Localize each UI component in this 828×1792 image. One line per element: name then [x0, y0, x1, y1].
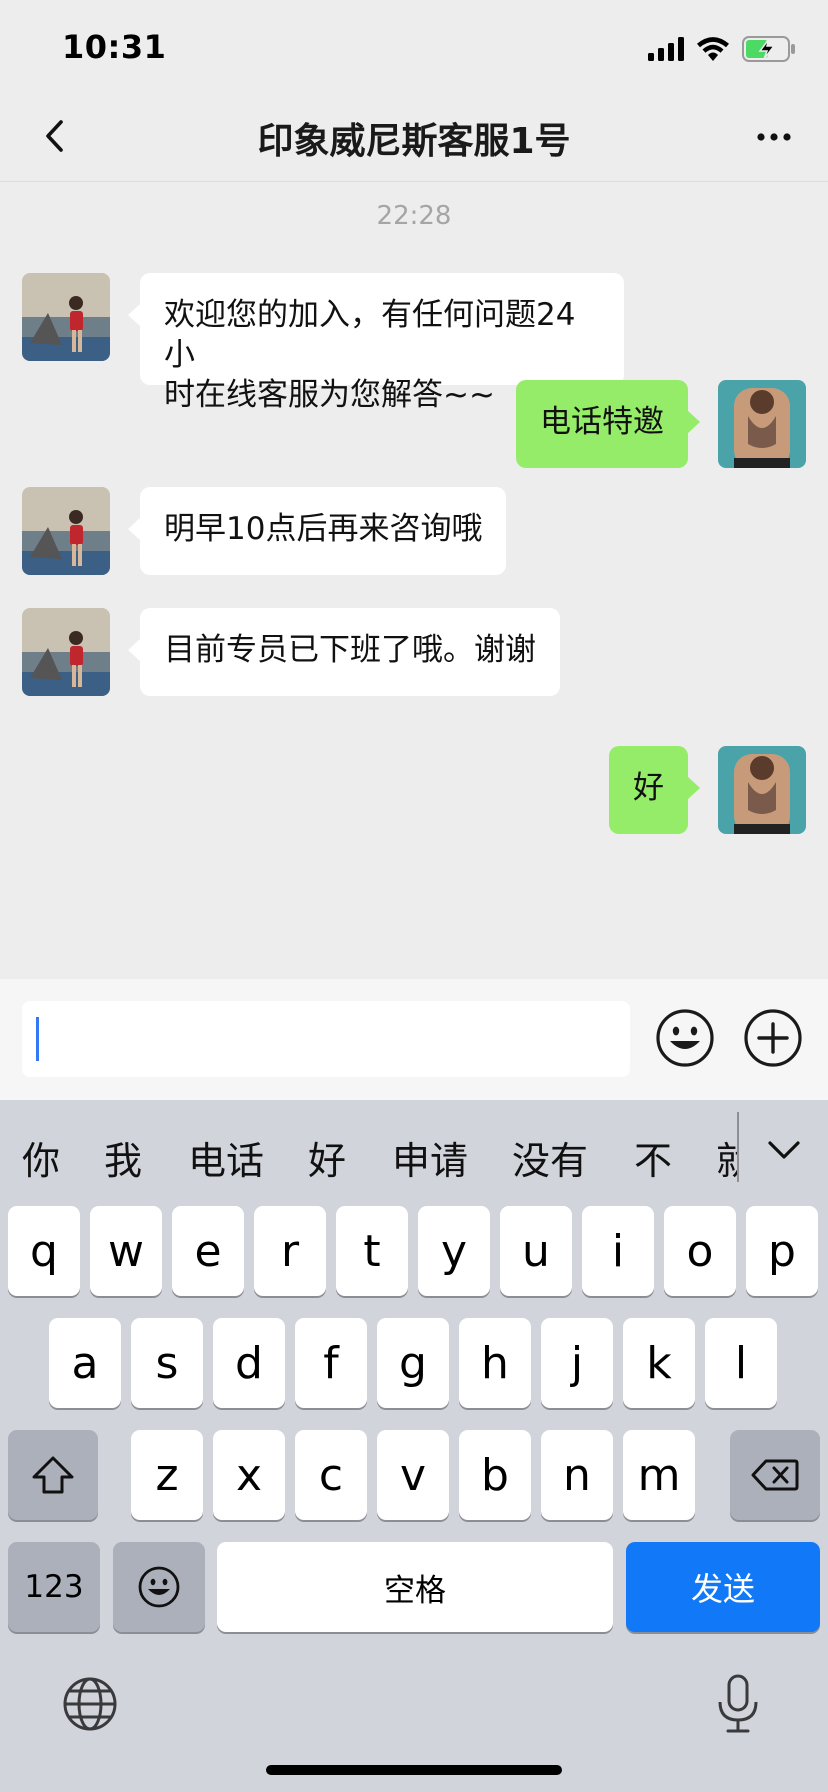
candidate-word[interactable]: 申请 — [392, 1130, 468, 1185]
key-s[interactable]: s — [131, 1318, 203, 1408]
plus-icon — [744, 1009, 802, 1067]
candidate-divider — [737, 1112, 739, 1182]
candidate-word[interactable]: 你 — [22, 1130, 60, 1185]
globe-icon — [63, 1677, 117, 1731]
status-bar: 10:31 — [0, 0, 828, 100]
wifi-icon — [697, 37, 729, 61]
key-a[interactable]: a — [49, 1318, 121, 1408]
agent-avatar[interactable] — [22, 608, 110, 696]
key-o[interactable]: o — [664, 1206, 736, 1296]
key-h[interactable]: h — [459, 1318, 531, 1408]
keyboard: 你 我 电话 好 申请 没有 不 就 q w e r t y u i o p a… — [0, 1100, 828, 1792]
key-g[interactable]: g — [377, 1318, 449, 1408]
candidate-bar: 你 我 电话 好 申请 没有 不 就 — [0, 1100, 828, 1204]
shift-icon — [32, 1456, 74, 1494]
key-e[interactable]: e — [172, 1206, 244, 1296]
chat-area: 22:28 欢迎您的加入，有任何问题24小 时在线客服为您解答~~ 电话特邀 明… — [0, 183, 828, 979]
key-p[interactable]: p — [746, 1206, 818, 1296]
key-m[interactable]: m — [623, 1430, 695, 1520]
message-bubble[interactable]: 目前专员已下班了哦。谢谢 — [128, 608, 560, 696]
key-u[interactable]: u — [500, 1206, 572, 1296]
key-y[interactable]: y — [418, 1206, 490, 1296]
candidate-word[interactable]: 没有 — [512, 1130, 588, 1185]
globe-button[interactable] — [60, 1674, 120, 1734]
message-bubble[interactable]: 电话特邀 — [516, 380, 700, 468]
home-indicator — [266, 1765, 562, 1775]
candidate-list: 你 我 电话 好 申请 没有 不 就 — [0, 1100, 738, 1204]
user-avatar[interactable] — [718, 380, 806, 468]
key-f[interactable]: f — [295, 1318, 367, 1408]
agent-avatar[interactable] — [22, 273, 110, 361]
nav-bar: 印象威尼斯客服1号 — [0, 100, 828, 182]
mic-icon — [718, 1674, 758, 1733]
key-n[interactable]: n — [541, 1430, 613, 1520]
emoji-key-icon — [138, 1566, 180, 1608]
message-bubble[interactable]: 明早10点后再来咨询哦 — [127, 487, 507, 575]
key-x[interactable]: x — [213, 1430, 285, 1520]
key-c[interactable]: c — [295, 1430, 367, 1520]
more-functions-button[interactable] — [742, 1007, 804, 1069]
send-key[interactable]: 发送 — [626, 1542, 820, 1632]
key-t[interactable]: t — [336, 1206, 408, 1296]
delete-icon — [751, 1459, 799, 1491]
user-avatar[interactable] — [718, 746, 806, 834]
emoji-button[interactable] — [654, 1007, 716, 1069]
cellular-signal-icon — [648, 37, 684, 61]
more-icon — [757, 133, 791, 141]
expand-candidates-button[interactable] — [762, 1128, 806, 1172]
candidate-word[interactable]: 我 — [104, 1130, 142, 1185]
message-text: 电话特邀 — [540, 404, 664, 440]
key-j[interactable]: j — [541, 1318, 613, 1408]
status-time: 10:31 — [62, 28, 167, 66]
key-b[interactable]: b — [459, 1430, 531, 1520]
shift-key[interactable] — [8, 1430, 98, 1520]
key-z[interactable]: z — [131, 1430, 203, 1520]
text-caret — [36, 1017, 39, 1061]
dictation-button[interactable] — [708, 1674, 768, 1734]
key-r[interactable]: r — [254, 1206, 326, 1296]
emoji-icon — [656, 1009, 714, 1067]
key-q[interactable]: q — [8, 1206, 80, 1296]
key-i[interactable]: i — [582, 1206, 654, 1296]
candidate-word[interactable]: 好 — [308, 1130, 346, 1185]
message-text-line: 欢迎您的加入，有任何问题24小 — [164, 297, 576, 373]
candidate-word[interactable]: 不 — [634, 1130, 672, 1185]
input-bar — [0, 979, 828, 1100]
message-bubble[interactable]: 好 — [609, 746, 700, 834]
key-w[interactable]: w — [90, 1206, 162, 1296]
candidate-word[interactable]: 就 — [716, 1130, 738, 1185]
chevron-down-icon — [768, 1141, 800, 1159]
delete-key[interactable] — [730, 1430, 820, 1520]
emoji-key[interactable] — [113, 1542, 205, 1632]
key-l[interactable]: l — [705, 1318, 777, 1408]
chat-title: 印象威尼斯客服1号 — [257, 121, 571, 162]
space-key[interactable]: 空格 — [217, 1542, 613, 1632]
key-v[interactable]: v — [377, 1430, 449, 1520]
agent-avatar[interactable] — [22, 487, 110, 575]
message-timestamp: 22:28 — [376, 201, 452, 231]
numbers-key[interactable]: 123 — [8, 1542, 100, 1632]
message-bubble[interactable]: 欢迎您的加入，有任何问题24小 时在线客服为您解答~~ — [128, 273, 624, 413]
status-icons — [648, 34, 796, 64]
candidate-word[interactable]: 电话 — [188, 1130, 264, 1185]
more-button[interactable] — [748, 122, 800, 152]
message-text: 好 — [633, 770, 664, 806]
battery-charging-icon — [742, 36, 795, 62]
message-text: 明早10点后再来咨询哦 — [164, 511, 483, 547]
key-d[interactable]: d — [213, 1318, 285, 1408]
message-input[interactable] — [22, 1001, 630, 1077]
key-k[interactable]: k — [623, 1318, 695, 1408]
message-text: 目前专员已下班了哦。谢谢 — [164, 632, 536, 668]
